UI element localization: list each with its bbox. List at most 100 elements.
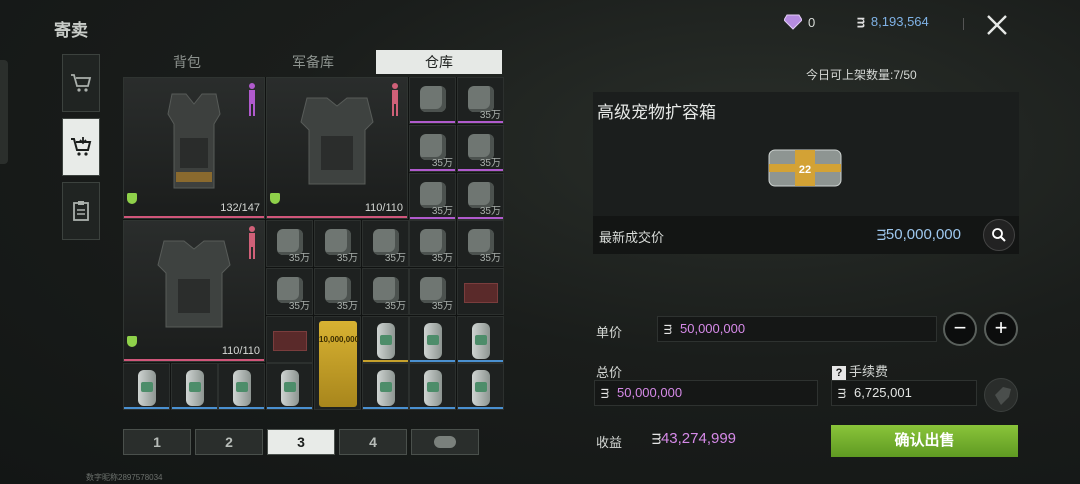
item-amount: 35万	[384, 301, 406, 312]
item-amount: 35万	[479, 110, 501, 121]
potion-icon	[420, 86, 446, 112]
durability-bar	[124, 216, 264, 218]
spray-can-icon	[138, 370, 156, 406]
fee-label[interactable]: ? 手续费	[832, 361, 888, 380]
inventory-slot-potion[interactable]: 35万	[457, 77, 504, 124]
inventory-slot-potion[interactable]: 35万	[314, 268, 361, 315]
close-icon[interactable]	[982, 10, 1012, 40]
player-id: 数字昵称2897578034	[86, 473, 163, 482]
cart-icon	[71, 74, 92, 92]
latest-price-bar: 最新成交价 ᴟ50,000,000	[593, 216, 1019, 254]
inventory-slot-potion[interactable]: 35万	[457, 173, 504, 220]
inventory-slot-vest[interactable]: 110/110	[123, 220, 265, 362]
diamond-balance: 0	[784, 14, 815, 30]
item-name: 高级宠物扩容箱	[597, 103, 716, 122]
durability-text: 132/147	[220, 202, 260, 214]
inventory-slot-potion[interactable]: 35万	[457, 125, 504, 172]
side-tab-buy[interactable]	[62, 54, 100, 112]
rarity-line	[410, 407, 455, 409]
inventory-slot-card[interactable]	[457, 268, 504, 315]
item-amount: 35万	[479, 206, 501, 217]
rarity-line	[458, 169, 503, 171]
inventory-slot-spray[interactable]	[266, 363, 313, 410]
inventory-slot-potion[interactable]: 35万	[409, 173, 456, 220]
divider	[963, 18, 964, 30]
discount-tag-button[interactable]	[984, 378, 1018, 412]
durability-bar	[124, 359, 264, 361]
side-tab-sell[interactable]	[62, 118, 100, 176]
rarity-line	[363, 407, 408, 409]
spray-can-icon	[377, 323, 395, 359]
unit-price-input[interactable]: ᴟ 50,000,000	[657, 316, 937, 342]
tab-warehouse[interactable]: 仓库	[376, 50, 502, 74]
inventory-slot-spray[interactable]	[362, 363, 409, 410]
item-amount: 35万	[336, 253, 358, 264]
inventory-slot-potion[interactable]: 35万	[409, 220, 456, 267]
rarity-line	[458, 217, 503, 219]
coin-icon: ᴟ	[664, 321, 672, 336]
inventory-slot-spray[interactable]	[123, 363, 170, 410]
inventory-slot-potion[interactable]: 35万	[362, 268, 409, 315]
page-toggle-button[interactable]	[411, 429, 479, 455]
item-amount: 35万	[336, 301, 358, 312]
armor-vest-icon	[157, 240, 231, 328]
page-button-1[interactable]: 1	[123, 429, 191, 455]
price-search-button[interactable]	[983, 219, 1015, 251]
tab-armory[interactable]: 军备库	[250, 50, 376, 74]
coin-icon: ᴟ	[601, 385, 609, 400]
decrease-price-button[interactable]: −	[943, 312, 977, 346]
inventory-slot-gold[interactable]: 10,000,000	[314, 316, 361, 410]
sell-cart-icon	[71, 137, 92, 156]
side-tab-records[interactable]	[62, 182, 100, 240]
inventory-slot-potion[interactable]: 35万	[266, 268, 313, 315]
inventory-slot-spray[interactable]	[409, 316, 456, 363]
inventory-slot-potion[interactable]: 35万	[314, 220, 361, 267]
inventory-slot-spray[interactable]	[457, 363, 504, 410]
rarity-line	[363, 360, 408, 362]
inventory-slot-spray[interactable]	[457, 316, 504, 363]
page-button-4[interactable]: 4	[339, 429, 407, 455]
item-detail-panel: 高级宠物扩容箱 22 最新成交价 ᴟ50,000,000	[593, 92, 1019, 254]
inventory-slot-potion[interactable]: 35万	[409, 125, 456, 172]
spray-can-icon	[186, 370, 204, 406]
spray-can-icon	[281, 370, 299, 406]
inventory-slot-vest[interactable]: 110/110	[266, 77, 408, 219]
income-value: ᴟ43,274,999	[652, 430, 737, 447]
crate-icon: 22	[768, 149, 842, 187]
inventory-slot-spray[interactable]	[409, 363, 456, 410]
inventory-slot-card[interactable]	[266, 316, 313, 363]
inventory-slot-spray[interactable]	[362, 316, 409, 363]
income-label: 收益	[596, 435, 623, 450]
page-button-2[interactable]: 2	[195, 429, 263, 455]
daily-listing-limit: 今日可上架数量:7/50	[806, 68, 917, 82]
confirm-sell-button[interactable]: 确认出售	[831, 425, 1018, 457]
body-figure-icon	[249, 83, 255, 116]
total-price-field: ᴟ 50,000,000	[594, 380, 818, 406]
inventory-slot-spray[interactable]	[171, 363, 218, 410]
coin-count: 8,193,564	[870, 14, 929, 29]
inventory-slot-potion[interactable]: 35万	[409, 268, 456, 315]
spray-can-icon	[472, 323, 490, 359]
inventory-slot-potion[interactable]: 35万	[457, 220, 504, 267]
increase-price-button[interactable]: +	[984, 312, 1018, 346]
rarity-line	[124, 407, 169, 409]
spray-can-icon	[472, 370, 490, 406]
rarity-line	[172, 407, 217, 409]
inventory-slot-potion[interactable]	[409, 77, 456, 124]
inventory-slot-potion[interactable]: 35万	[362, 220, 409, 267]
help-icon[interactable]: ?	[832, 366, 846, 380]
inventory-slot-vest[interactable]: 132/147	[123, 77, 265, 219]
spray-can-icon	[233, 370, 251, 406]
latest-price-value: ᴟ50,000,000	[876, 226, 961, 243]
inventory-slot-spray[interactable]	[218, 363, 265, 410]
unit-price-label: 单价	[596, 325, 623, 340]
inventory-slot-potion[interactable]: 35万	[266, 220, 313, 267]
item-amount: 35万	[288, 301, 310, 312]
rarity-line	[410, 169, 455, 171]
armor-vest-icon	[167, 93, 221, 189]
tab-backpack[interactable]: 背包	[124, 50, 250, 74]
side-drawer-handle[interactable]	[0, 60, 8, 164]
body-figure-icon	[392, 83, 398, 116]
rarity-line	[410, 217, 455, 219]
page-button-3[interactable]: 3	[267, 429, 335, 455]
